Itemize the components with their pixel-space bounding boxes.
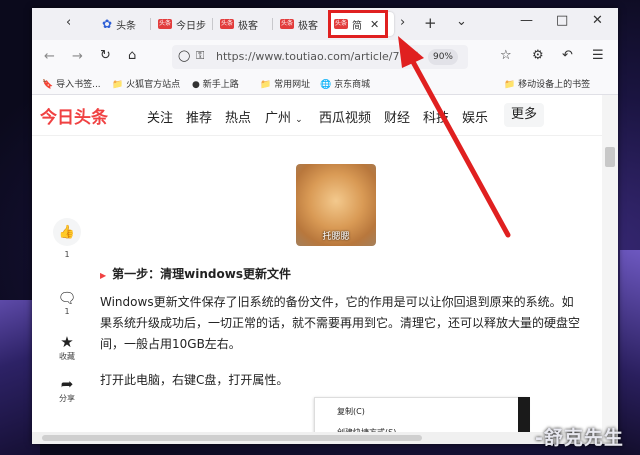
watermark-text: -舒克先生: [535, 427, 624, 449]
annotation-arrow: [398, 36, 511, 238]
arrow-shaft: [409, 57, 511, 238]
arrow-head: [398, 36, 424, 68]
